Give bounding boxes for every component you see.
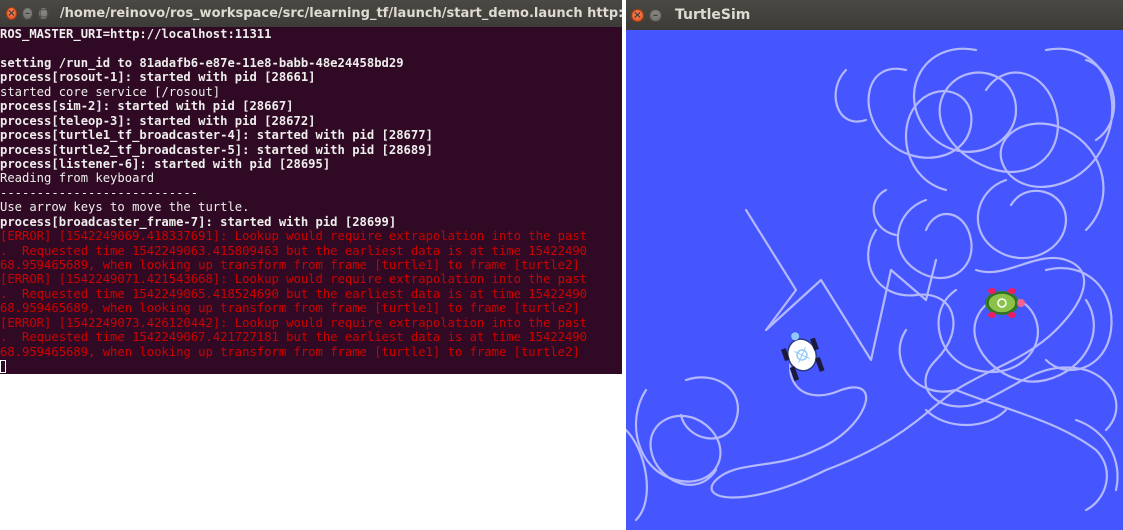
terminal-error-line: [ERROR] [1542249069.418337691]: Lookup w… [0,229,587,244]
trail-path [976,178,1068,260]
terminal-line: process[teleop-3]: started with pid [286… [0,113,316,128]
turtlesim-titlebar[interactable]: × – TurtleSim [626,0,1123,30]
terminal-titlebar[interactable]: × – □ /home/reinovo/ros_workspace/src/le… [0,0,622,27]
trail-path [924,408,1008,427]
trail-path [744,208,938,362]
terminal-error-line: . Requested time 1542249063.415809463 bu… [0,243,587,258]
trail-drawing [626,47,1119,522]
terminal-title: /home/reinovo/ros_workspace/src/learning… [59,6,622,21]
terminal-line: started core service [/rosout] [0,84,221,99]
trail-path [867,67,973,192]
terminal-line: process[listener-6]: started with pid [2… [0,156,331,171]
trail-path [954,388,1108,512]
trail-path [1044,267,1113,372]
trail-path [898,328,958,393]
terminal-line: process[broadcaster_frame-7]: started wi… [0,214,397,229]
terminal-line: Reading from keyboard [0,171,155,186]
trail-path [834,68,868,123]
terminal-line: setting /run_id to 81adafb6-e87e-11e8-ba… [0,55,404,70]
terminal-line: process[sim-2]: started with pid [28667] [0,99,294,114]
terminal-error-line: 68.959465689, when looking up transform … [0,301,580,316]
terminal-line: ROS_MASTER_URI=http://localhost:11311 [0,27,272,41]
trail-path [1074,418,1119,492]
terminal-line: process[turtle2_tf_broadcaster-5]: start… [0,142,433,157]
terminal-error-line: . Requested time 1542249067.421727181 bu… [0,330,587,345]
trail-path [626,428,648,522]
terminal-line: --------------------------- [0,185,199,200]
close-icon[interactable]: × [631,8,644,22]
white-turtle-icon [780,332,825,382]
trail-path [913,47,1059,173]
minimize-icon[interactable]: – [21,7,33,20]
terminal-line: process[turtle1_tf_broadcaster-4]: start… [0,128,433,143]
terminal-output[interactable]: ROS_MASTER_URI=http://localhost:11311set… [0,27,622,359]
maximize-icon[interactable]: □ [37,7,49,20]
turtlesim-title: TurtleSim [675,7,751,23]
close-icon[interactable]: × [6,7,17,20]
terminal-line: Use arrow keys to move the turtle. [0,200,250,215]
terminal-error-line: [ERROR] [1542249071.421543668]: Lookup w… [0,272,587,287]
turtlesim-window[interactable]: × – TurtleSim [626,0,1123,530]
terminal-cursor [0,360,6,373]
terminal-error-line: 68.959465689, when looking up transform … [0,258,580,272]
green-turtle-icon [985,288,1025,318]
minimize-icon[interactable]: – [649,8,662,22]
turtlesim-canvas [626,30,1123,530]
terminal-error-line: [ERROR] [1542249073.426120442]: Lookup w… [0,315,587,330]
terminal-line: process[rosout-1]: started with pid [286… [0,70,316,85]
trail-path [872,188,898,237]
terminal-error-line: 68.959465689, when looking up transform … [0,344,580,359]
terminal-window[interactable]: × – □ /home/reinovo/ros_workspace/src/le… [0,0,622,374]
terminal-error-line: . Requested time 1542249065.418524690 bu… [0,286,587,301]
